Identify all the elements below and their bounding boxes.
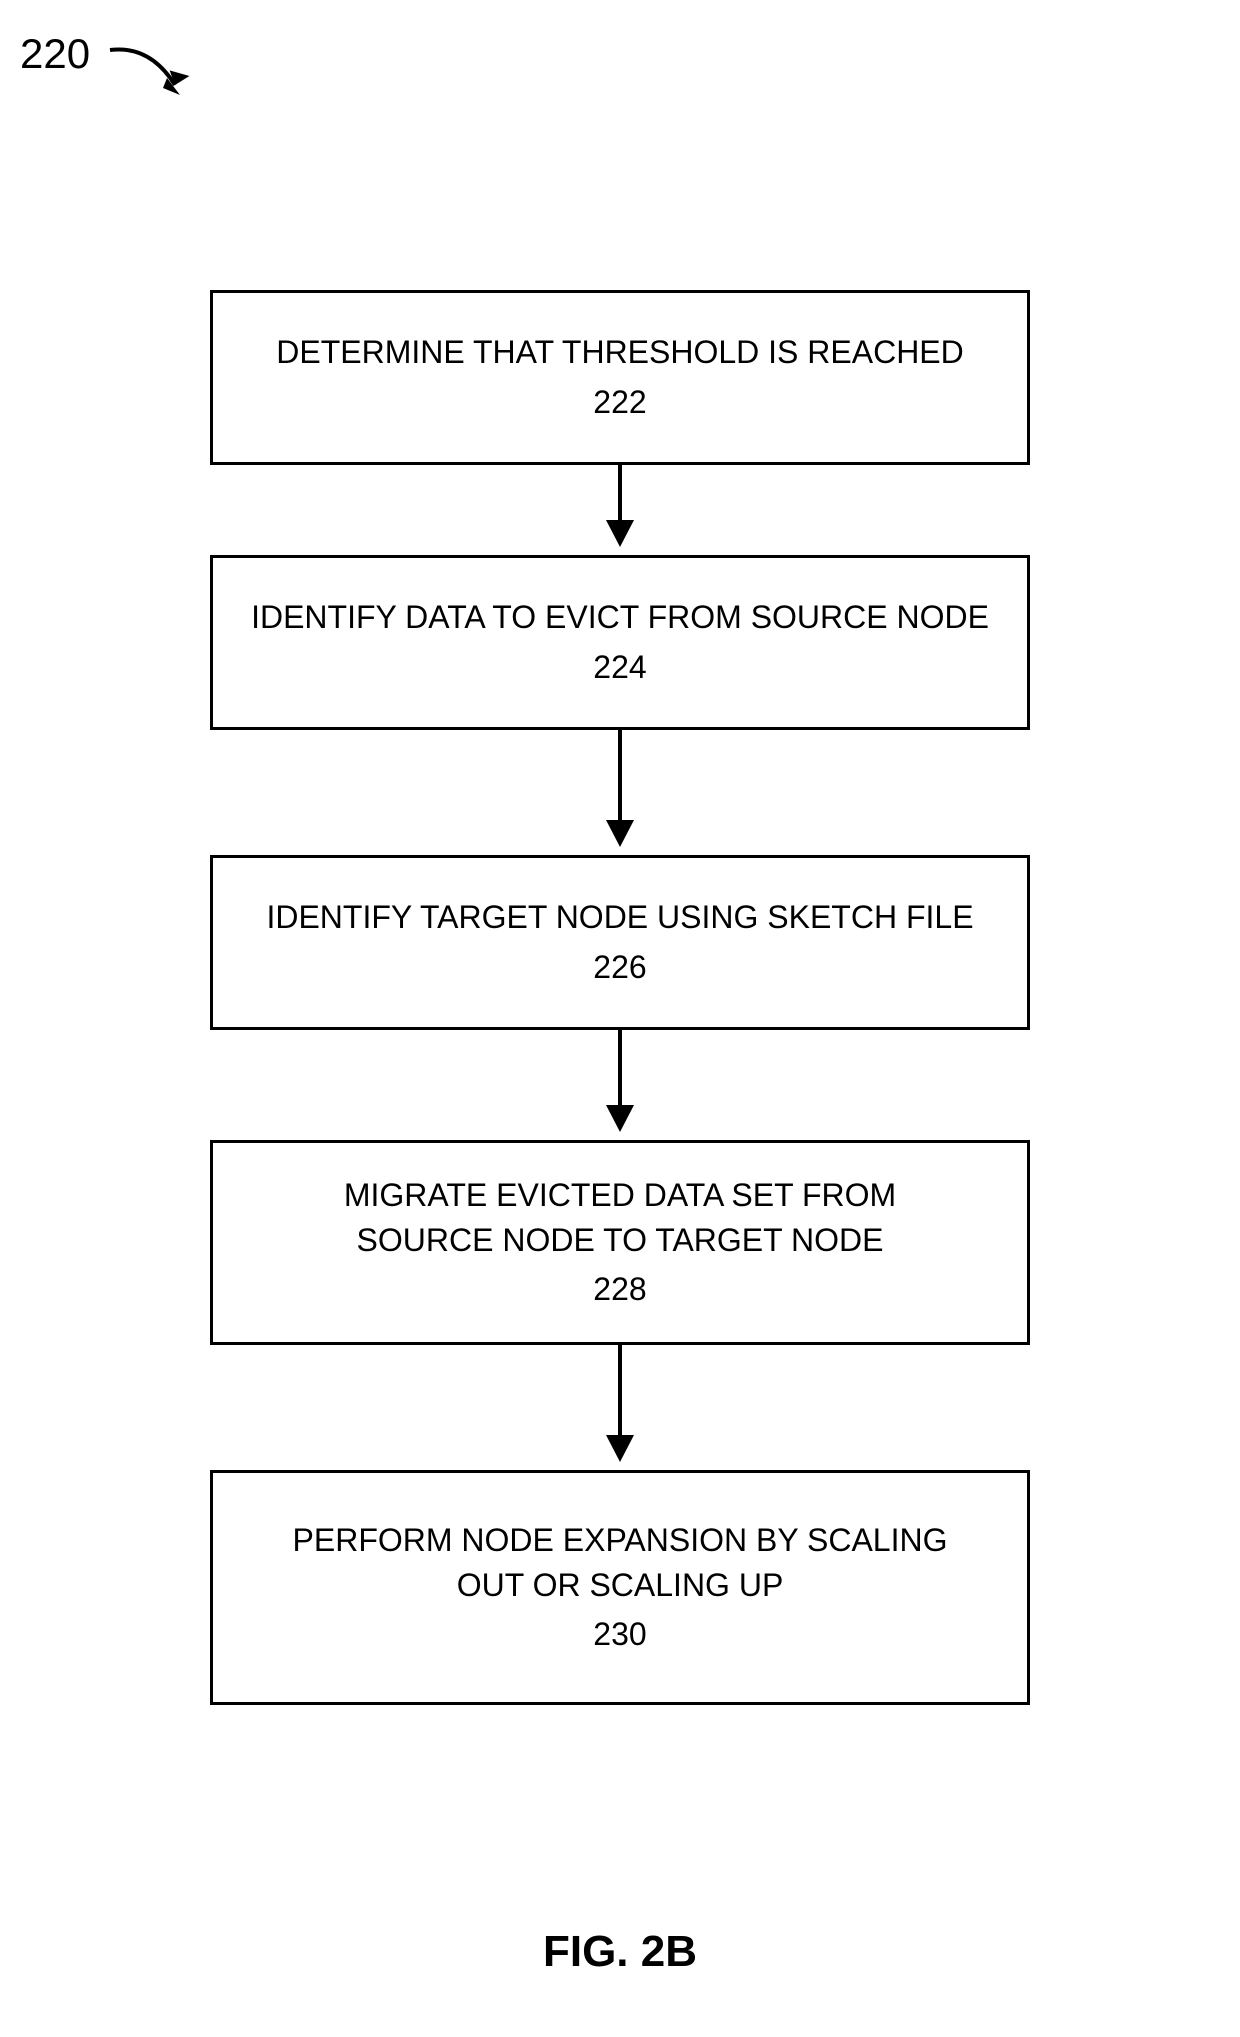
flow-box-text: MIGRATE EVICTED DATA SET FROM SOURCE NOD… xyxy=(273,1173,967,1263)
flow-box-number: 230 xyxy=(593,1612,646,1657)
arrow-down-icon xyxy=(600,1030,640,1140)
flow-box-text: IDENTIFY DATA TO EVICT FROM SOURCE NODE xyxy=(251,595,989,640)
flow-box-number: 224 xyxy=(593,645,646,690)
arrow-down-icon xyxy=(600,1345,640,1470)
flow-box-224: IDENTIFY DATA TO EVICT FROM SOURCE NODE … xyxy=(210,555,1030,730)
flow-box-text: IDENTIFY TARGET NODE USING SKETCH FILE xyxy=(266,895,973,940)
flow-box-222: DETERMINE THAT THRESHOLD IS REACHED 222 xyxy=(210,290,1030,465)
flowchart-container: DETERMINE THAT THRESHOLD IS REACHED 222 … xyxy=(210,290,1030,1705)
reference-label: 220 xyxy=(20,30,195,130)
flow-box-text: PERFORM NODE EXPANSION BY SCALING OUT OR… xyxy=(273,1518,967,1608)
flow-box-228: MIGRATE EVICTED DATA SET FROM SOURCE NOD… xyxy=(210,1140,1030,1345)
flow-box-230: PERFORM NODE EXPANSION BY SCALING OUT OR… xyxy=(210,1470,1030,1705)
flow-box-number: 222 xyxy=(593,380,646,425)
curved-arrow-icon xyxy=(105,40,195,130)
flow-box-number: 228 xyxy=(593,1267,646,1312)
flow-box-number: 226 xyxy=(593,945,646,990)
flow-box-226: IDENTIFY TARGET NODE USING SKETCH FILE 2… xyxy=(210,855,1030,1030)
figure-label: FIG. 2B xyxy=(0,1927,1240,1977)
arrow-down-icon xyxy=(600,730,640,855)
arrow-down-icon xyxy=(600,465,640,555)
flow-box-text: DETERMINE THAT THRESHOLD IS REACHED xyxy=(276,330,964,375)
reference-number: 220 xyxy=(20,30,90,78)
